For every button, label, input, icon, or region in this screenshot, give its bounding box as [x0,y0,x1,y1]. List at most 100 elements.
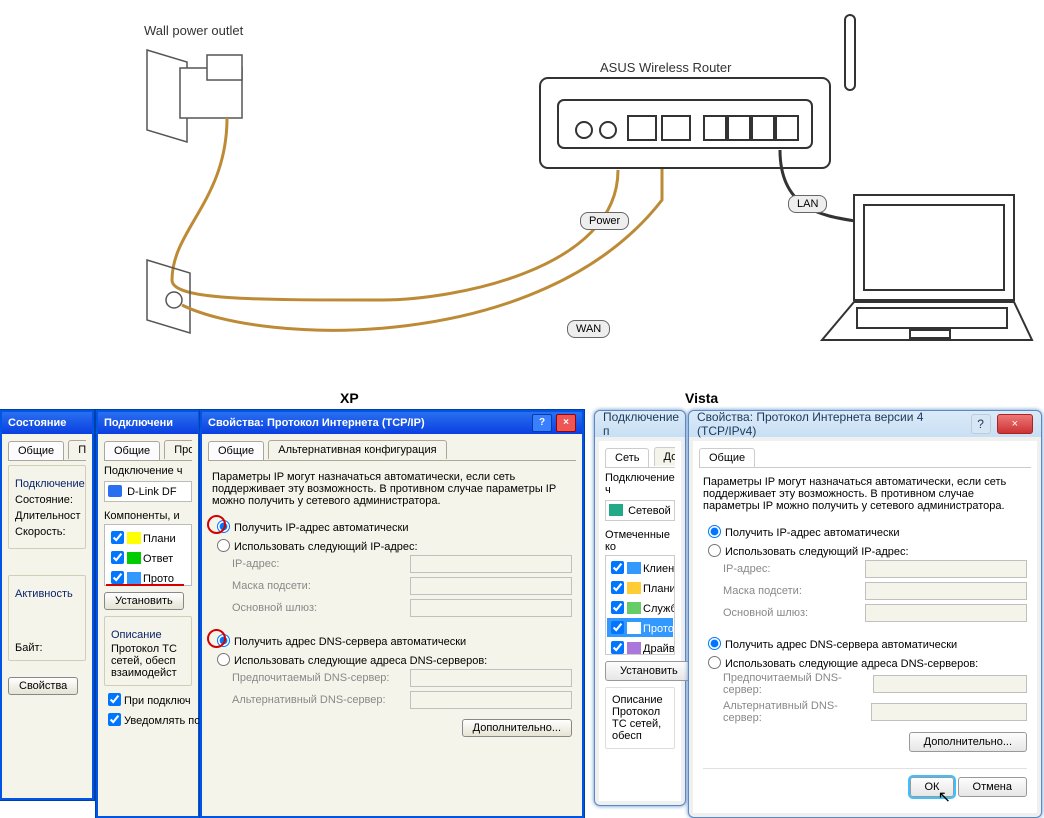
vista-input-mask [865,582,1027,600]
xp-tcpip-tab-alt[interactable]: Альтернативная конфигурация [268,440,446,459]
xp-label-ip: IP-адрес: [232,558,279,570]
diagram-svg [2,0,1042,390]
protocol-icon [127,572,141,584]
vista-radio-auto-dns-label: Получить адрес DNS-сервера автоматически [725,639,957,651]
vista-cancel-button[interactable]: Отмена [958,777,1027,797]
xp-status-row-duration: Длительност [15,510,79,522]
vista-input-ip [865,560,1027,578]
xp-input-ip [410,555,572,573]
help-icon[interactable]: ? [971,414,991,434]
vista-radio-manual-ip[interactable] [708,544,721,557]
xp-status-row-speed: Скорость: [15,526,79,538]
vista-input-dns1 [873,675,1027,693]
vista-radio-manual-dns[interactable] [708,656,721,669]
vista-radio-auto-dns[interactable] [708,637,721,650]
xp-connection-tab-auth[interactable]: Проверк [164,440,192,459]
vista-label-ip: IP-адрес: [723,563,770,575]
vista-tcpip-intro: Параметры IP могут назначаться автоматич… [703,476,1027,512]
vista-tcpip-title: Свойства: Протокол Интернета версии 4 (T… [697,410,959,438]
xp-status-properties-button[interactable]: Свойства [8,677,78,695]
xp-radio-manual-dns[interactable] [217,653,230,666]
driver-icon [627,642,641,654]
help-icon[interactable]: ? [532,414,552,432]
xp-advanced-button[interactable]: Дополнительно... [462,719,572,737]
xp-label-dns2: Альтернативный DNS-сервер: [232,694,386,706]
xp-input-dns1 [410,669,572,687]
xp-status-tab-general[interactable]: Общие [8,441,64,460]
diagram-tag-power: Power [580,212,629,230]
xp-connection-adapter: D-Link DF [127,486,177,498]
xp-connection-desc-title: Описание [111,629,185,641]
os-label-vista: Vista [685,390,718,406]
vista-connection-tab-network[interactable]: Сеть [605,448,649,467]
xp-radio-auto-dns[interactable] [217,634,230,647]
xp-component-checkbox-2[interactable] [111,551,124,564]
nic-icon [609,504,623,516]
router-connection-diagram: Wall power outlet ASUS Wireless Router [2,0,1042,390]
os-label-xp: XP [340,390,359,406]
xp-component-label-2: Ответ [143,553,173,565]
xp-notify-connect-checkbox[interactable] [108,693,121,706]
vista-label-mask: Маска подсети: [723,585,802,597]
xp-connection-dialog: Подключени Общие Проверк Подключение ч D… [96,410,200,818]
diagram-tag-wan: WAN [567,320,610,338]
vista-component-checkbox-4[interactable] [611,621,624,634]
xp-install-button[interactable]: Установить [104,592,184,610]
vista-advanced-button[interactable]: Дополнительно... [909,732,1027,752]
xp-status-tab-support[interactable]: Подд [68,440,86,459]
xp-tcpip-tab-general[interactable]: Общие [208,441,264,460]
vista-tcpip-dialog: Свойства: Протокол Интернета версии 4 (T… [688,410,1042,818]
xp-status-row-state: Состояние: [15,494,79,506]
vista-label-dns1: Предпочитаемый DNS-сервер: [723,672,873,696]
xp-radio-manual-dns-label: Использовать следующие адреса DNS-сервер… [234,655,487,667]
xp-status-section-connection: Подключение [15,478,79,490]
vista-connection-section-connection: Подключение ч [605,472,675,496]
vista-component-label-2: Планиров [643,583,675,595]
scheduler-icon [627,582,641,594]
vista-component-checkbox-1[interactable] [611,561,624,574]
xp-connection-desc-text: Протокол TC сетей, обесп взаимодейст [111,643,185,679]
vista-label-dns2: Альтернативный DNS-сервер: [723,700,871,724]
vista-component-label-1: Клиент д [643,563,675,575]
vista-component-checkbox-5[interactable] [611,641,624,654]
xp-component-checkbox-1[interactable] [111,531,124,544]
vista-radio-auto-ip-label: Получить IP-адрес автоматически [725,527,899,539]
protocol-icon [627,622,641,634]
xp-radio-auto-ip[interactable] [217,520,230,533]
xp-notify-limited-checkbox[interactable] [108,713,121,726]
vista-connection-tab-access[interactable]: Доступ [654,447,675,466]
vista-component-checkbox-3[interactable] [611,601,624,614]
responder-icon [127,552,141,564]
xp-component-label-1: Плани [143,533,176,545]
scheduler-icon [127,532,141,544]
close-icon[interactable]: × [556,414,576,432]
xp-radio-manual-ip[interactable] [217,539,230,552]
vista-connection-title: Подключение п [603,410,679,438]
close-icon[interactable]: × [997,414,1033,434]
vista-component-checkbox-2[interactable] [611,581,624,594]
vista-radio-auto-ip[interactable] [708,525,721,538]
vista-connection-desc-title: Описание [612,694,668,706]
vista-ok-button[interactable]: ОК [910,777,955,797]
xp-radio-auto-dns-label: Получить адрес DNS-сервера автоматически [234,636,466,648]
xp-connection-section-components: Компоненты, и [104,510,192,522]
client-icon [627,562,641,574]
vista-install-button[interactable]: Установить [605,661,693,681]
xp-connection-tab-general[interactable]: Общие [104,441,160,460]
xp-tcpip-title: Свойства: Протокол Интернета (TCP/IP) [208,412,425,434]
diagram-tag-lan: LAN [788,195,827,213]
vista-input-gw [865,604,1027,622]
vista-radio-manual-ip-label: Использовать следующий IP-адрес: [725,546,909,558]
vista-tcpip-tab-general[interactable]: Общие [699,448,755,467]
xp-label-mask: Маска подсети: [232,580,311,592]
xp-status-title: Состояние [8,412,66,434]
xp-component-checkbox-3[interactable] [111,571,124,584]
vista-radio-manual-dns-label: Использовать следующие адреса DNS-сервер… [725,658,978,670]
xp-status-row-bytes: Байт: [15,642,79,654]
vista-component-label-3: Служба д [643,603,675,615]
vista-connection-desc-text: Протокол TC сетей, обесп [612,706,668,742]
xp-connection-section-connection: Подключение ч [104,465,192,477]
xp-status-section-activity: Активность [15,588,79,600]
vista-connection-adapter: Сетевой [628,505,671,517]
xp-input-dns2 [410,691,572,709]
